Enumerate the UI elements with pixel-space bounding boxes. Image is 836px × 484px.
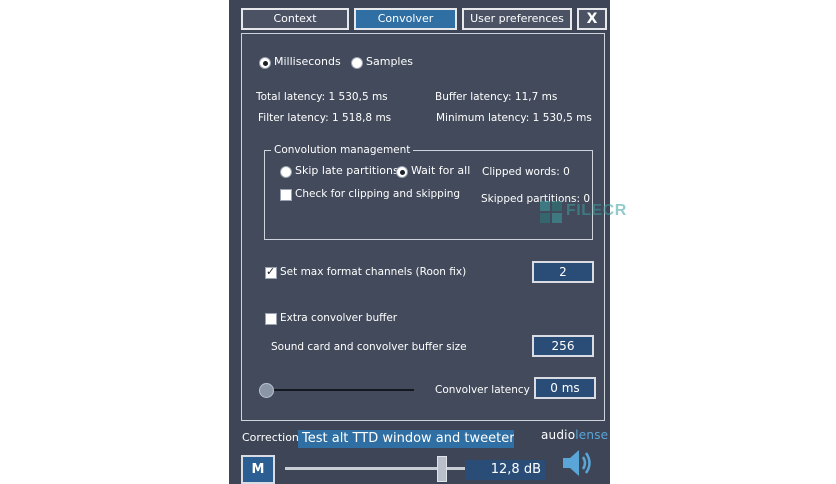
max-format-channels-checkbox[interactable] [265,265,277,279]
close-button[interactable]: X [577,8,607,30]
mute-button[interactable]: M [241,455,275,484]
wait-for-all-label: Wait for all [411,164,471,177]
watermark-text: FILECR [566,202,627,219]
convolver-panel: Milliseconds Samples Total latency: 1 53… [241,33,626,421]
watermark-logo-icon [540,201,562,223]
convolver-latency-input[interactable]: 0 ms [534,377,596,399]
samples-label: Samples [366,55,413,68]
wait-for-all-radio[interactable] [396,166,408,178]
samples-radio[interactable] [351,57,363,69]
filter-latency: Filter latency: 1 518,8 ms [258,112,392,124]
correction-field[interactable]: Test alt TTD window and tweeter ac [298,430,514,448]
extra-buffer-checkbox[interactable] [265,313,277,325]
latency-slider-track[interactable] [264,389,414,391]
skip-late-partitions-radio[interactable] [280,166,292,178]
tab-context[interactable]: Context [241,8,349,30]
speaker-icon[interactable] [559,446,595,480]
convolver-window: Context Convolver User preferences X Mil… [229,0,626,484]
correction-label: Correction: [242,431,303,444]
buffer-size-input[interactable]: 256 [532,335,594,357]
buffer-latency: Buffer latency: 11,7 ms [435,91,558,103]
skip-late-partitions-label: Skip late partitions [295,164,399,177]
tab-user-preferences[interactable]: User preferences [462,8,572,30]
logo-part2: lense [575,428,609,442]
group-title: Convolution management [271,143,414,157]
minimum-latency: Minimum latency: 1 530,5 ms [436,112,592,124]
logo-part1: audio [541,428,576,442]
volume-value: 12,8 dB [465,460,545,480]
audiolense-logo: audiolense [541,428,608,442]
convolver-latency-label: Convolver latency [435,384,530,396]
buffer-size-label: Sound card and convolver buffer size [271,341,467,353]
max-format-channels-label: Set max format channels (Roon fix) [280,266,467,278]
clipped-words: Clipped words: 0 [482,166,570,178]
convolution-management-group: Convolution management Skip late partiti… [264,143,593,240]
latency-slider-knob[interactable] [259,383,274,398]
total-latency: Total latency: 1 530,5 ms [256,91,388,103]
tab-convolver[interactable]: Convolver [354,8,457,30]
volume-slider-knob[interactable] [437,456,447,482]
extra-buffer-label: Extra convolver buffer [280,312,398,324]
filecr-watermark: FILECR [538,198,626,226]
milliseconds-radio[interactable] [259,57,271,69]
max-format-channels-input[interactable]: 2 [532,261,594,283]
milliseconds-label: Milliseconds [274,55,341,68]
check-clipping-checkbox[interactable] [280,189,292,201]
check-clipping-label: Check for clipping and skipping [295,188,461,200]
